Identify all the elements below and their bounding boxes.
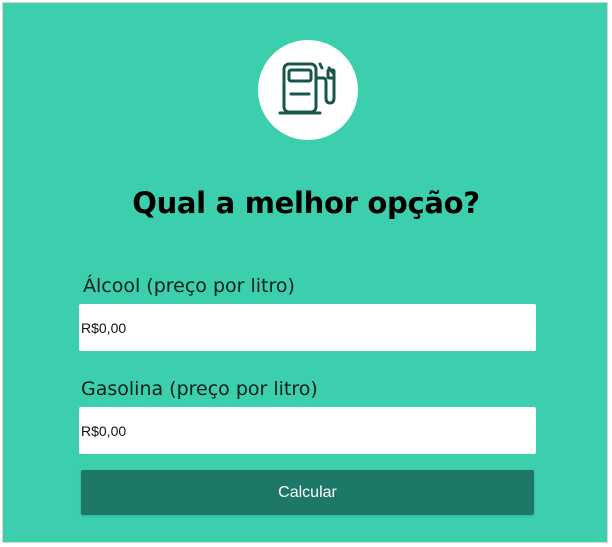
alcool-label: Álcool (preço por litro) bbox=[83, 275, 295, 297]
gasolina-label: Gasolina (preço por litro) bbox=[81, 378, 318, 400]
logo-badge bbox=[258, 40, 358, 140]
calculate-button[interactable]: Calcular bbox=[81, 470, 534, 515]
alcool-price-input[interactable] bbox=[79, 304, 536, 351]
fuel-pump-icon bbox=[278, 62, 336, 115]
page-title: Qual a melhor opção? bbox=[132, 186, 480, 220]
calculator-panel: Qual a melhor opção? Álcool (preço por l… bbox=[2, 2, 608, 543]
gasolina-price-input[interactable] bbox=[79, 407, 536, 454]
